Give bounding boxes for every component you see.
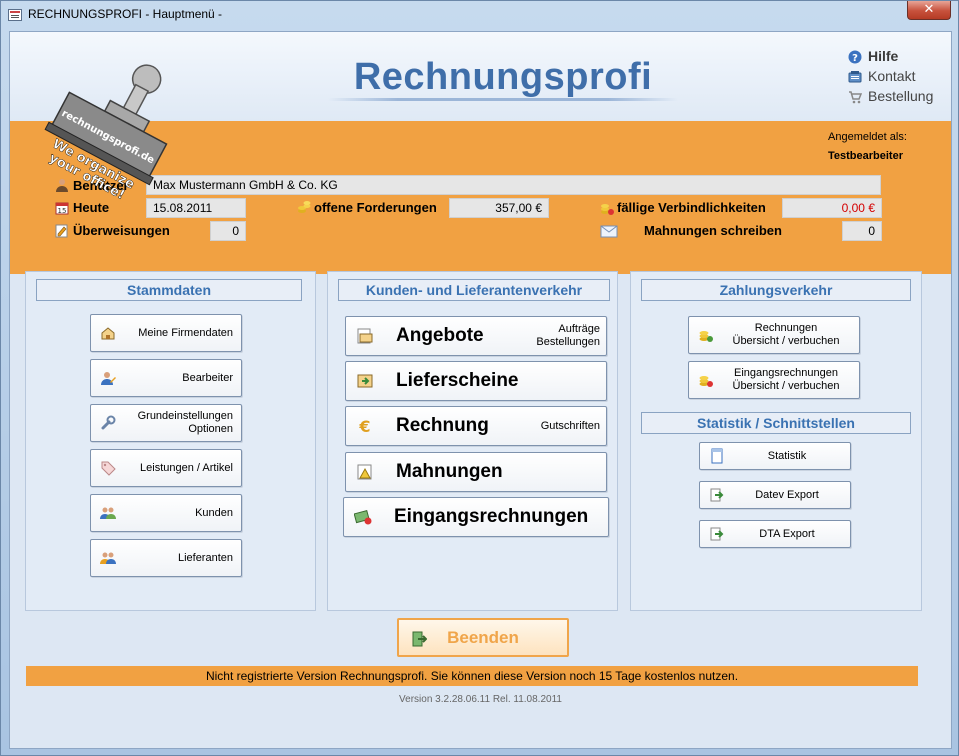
brand-title: Rechnungsprofi [353,56,653,98]
suppliers-button[interactable]: Lieferanten [90,539,242,577]
svg-text:?: ? [852,53,858,64]
customers-label: Kunden [195,506,233,519]
transfers-field[interactable]: 0 [210,221,246,241]
title-bar[interactable]: RECHNUNGSPROFI - Hauptmenü - ✕ [1,1,959,31]
reminders-button-label: Mahnungen [396,461,503,482]
export-icon [710,527,724,541]
receivables-field[interactable]: 357,00 € [449,198,549,218]
document-icon [711,448,723,464]
invoice-sub-label: Gutschriften [540,419,600,432]
cart-icon [849,91,862,104]
quit-label: Beenden [447,627,519,647]
liabilities-field[interactable]: 0,00 € [782,198,882,218]
panel-payments-title: Zahlungsverkehr [641,279,911,301]
trial-notice: Nicht registrierte Version Rechnungsprof… [26,666,918,686]
brand-underline [328,98,678,101]
stamp-logo: rechnungsprofi.de We organize your offic… [44,64,168,200]
delivery-notes-label: Lieferscheine [396,370,519,391]
panel-payments: Zahlungsverkehr Rechnungen Übersicht / v… [630,271,922,611]
transfers-label: Überweisungen [73,223,170,238]
company-data-button[interactable]: Meine Firmendaten [90,314,242,352]
export-icon [710,488,724,502]
reminder-icon [357,464,372,480]
invoice-label: Rechnung [396,415,489,436]
settings-label: Grundeinstellungen Optionen [137,410,233,435]
coins-icon [298,201,311,213]
invoice-button[interactable]: € Rechnung Gutschriften [345,406,607,446]
suppliers-icon [100,552,116,564]
window-title: RECHNUNGSPROFI - Hauptmenü - [28,7,223,21]
incoming-invoice-icon [354,509,372,525]
coins-remove-icon [699,376,713,387]
suppliers-label: Lieferanten [177,551,233,564]
customers-button[interactable]: Kunden [90,494,242,532]
transfer-icon [55,224,68,238]
incoming-overview-label: Eingangsrechnungen Übersicht / verbuchen [732,367,840,392]
quit-button[interactable]: Beenden [397,618,569,657]
reminders-button[interactable]: Mahnungen [345,452,607,492]
contact-label: Kontakt [868,68,916,84]
help-icon: ? [848,50,862,64]
delivery-icon [357,374,373,388]
dta-export-button[interactable]: DTA Export [699,520,851,548]
calendar-icon: 15 [55,202,69,215]
svg-text:15: 15 [58,207,67,215]
quotes-sub-label: Aufträge Bestellungen [536,323,600,348]
statistics-button[interactable]: Statistik [699,442,851,470]
today-field[interactable]: 15.08.2011 [146,198,246,218]
quotes-label: Angebote [396,325,484,346]
customers-icon [100,507,116,519]
datev-export-label: Datev Export [755,488,819,501]
statistics-label: Statistik [767,449,807,462]
home-icon [101,327,115,340]
panel-trade-title: Kunden- und Lieferantenverkehr [338,279,610,301]
today-label: Heute [73,200,110,215]
tag-icon [101,461,116,476]
panel-trade: Kunden- und Lieferantenverkehr Angebote … [327,271,618,611]
liabilities-label: fällige Verbindlichkeiten [617,200,766,215]
receivables-label: offene Forderungen [314,200,437,215]
logged-in-user: Testbearbeiter [828,150,903,162]
incoming-overview-button[interactable]: Eingangsrechnungen Übersicht / verbuchen [688,361,860,399]
incoming-invoices-label: Eingangsrechnungen [394,506,589,527]
dta-export-label: DTA Export [759,527,815,540]
coins-add-icon [699,331,713,342]
app-icon[interactable] [8,9,22,21]
editor-button[interactable]: Bearbeiter [90,359,242,397]
reminders-label: Mahnungen schreiben [644,223,782,238]
user-edit-icon [101,372,116,385]
mail-icon [600,225,618,238]
panel-master-data-title: Stammdaten [36,279,302,301]
main-form: Rechnungsprofi ? Hilfe Kontakt Bestellun… [9,31,952,749]
euro-icon: € [358,417,370,435]
contact-icon [848,71,862,83]
close-button[interactable]: ✕ [907,1,951,20]
panel-statistics-title: Statistik / Schnittstellen [641,412,911,434]
settings-button[interactable]: Grundeinstellungen Optionen [90,404,242,442]
quote-icon [357,328,373,344]
wrench-icon [101,415,116,430]
editor-label: Bearbeiter [182,371,233,384]
user-field[interactable]: Max Mustermann GmbH & Co. KG [146,175,881,195]
incoming-invoices-button[interactable]: Eingangsrechnungen [343,497,609,537]
version-info: Version 3.2.28.06.11 Rel. 11.08.2011 [399,694,562,705]
coins-warning-icon [601,204,614,215]
company-data-label: Meine Firmendaten [138,326,233,339]
delivery-notes-button[interactable]: Lieferscheine [345,361,607,401]
application-window: RECHNUNGSPROFI - Hauptmenü - ✕ Rechnungs… [0,0,959,756]
reminders-field[interactable]: 0 [842,221,882,241]
services-button[interactable]: Leistungen / Artikel [90,449,242,487]
invoices-overview-button[interactable]: Rechnungen Übersicht / verbuchen [688,316,860,354]
panel-master-data: Stammdaten Meine Firmendaten Bearbeiter … [25,271,316,611]
order-label: Bestellung [868,88,934,104]
logged-in-label: Angemeldet als: [828,131,907,143]
invoices-overview-label: Rechnungen Übersicht / verbuchen [732,322,840,347]
datev-export-button[interactable]: Datev Export [699,481,851,509]
services-label: Leistungen / Artikel [140,461,233,474]
help-label: Hilfe [868,48,899,64]
svg-text:€: € [358,417,370,435]
quotes-button[interactable]: Angebote Aufträge Bestellungen [345,316,607,356]
